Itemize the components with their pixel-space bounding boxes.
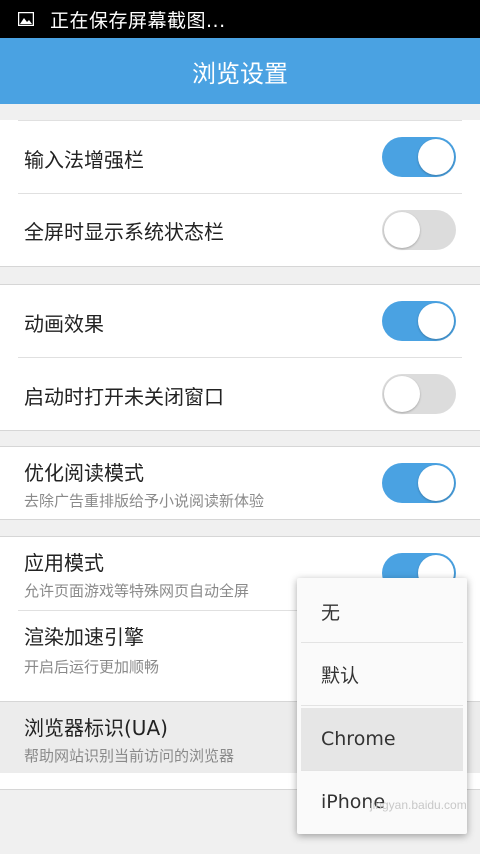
watermark: jingyan.baidu.com [370,798,467,812]
toggle-knob [384,376,420,412]
toggle-knob [418,139,454,175]
setting-fullscreen-status[interactable]: 全屏时显示系统状态栏 [0,194,480,266]
setting-input-bar[interactable]: 输入法增强栏 [0,120,480,194]
fullscreen-status-toggle[interactable] [382,210,456,250]
ua-option-default[interactable]: 默认 [297,643,467,705]
setting-reading-mode[interactable]: 优化阅读模式 去除广告重排版给予小说阅读新体验 [0,447,480,519]
setting-reopen-windows[interactable]: 启动时打开未关闭窗口 [0,358,480,431]
input-bar-toggle[interactable] [382,137,456,177]
settings-group-1: 输入法增强栏 全屏时显示系统状态栏 [0,120,480,267]
toggle-knob [418,303,454,339]
settings-group-2: 动画效果 启动时打开未关闭窗口 [0,284,480,431]
picture-icon [18,12,34,26]
animation-toggle[interactable] [382,301,456,341]
toggle-knob [418,465,454,501]
setting-description: 允许页面游戏等特殊网页自动全屏 [24,582,250,600]
reopen-windows-toggle[interactable] [382,374,456,414]
setting-label: 全屏时显示系统状态栏 [24,220,224,244]
divider [301,705,463,706]
status-bar: 正在保存屏幕截图... [0,0,480,38]
setting-description: 帮助网站识别当前访问的浏览器 [24,747,235,765]
settings-group-3: 优化阅读模式 去除广告重排版给予小说阅读新体验 [0,446,480,520]
ua-option-none[interactable]: 无 [297,580,467,642]
ua-option-chrome[interactable]: Chrome [301,708,463,770]
setting-description: 开启后运行更加顺畅 [24,658,160,676]
setting-label: 渲染加速引擎 [24,625,144,649]
setting-label: 输入法增强栏 [24,148,144,172]
toggle-knob [384,212,420,248]
setting-label: 应用模式 [24,551,104,575]
setting-label: 动画效果 [24,312,104,336]
status-text: 正在保存屏幕截图... [50,9,226,32]
setting-label: 浏览器标识(UA) [24,716,168,740]
setting-label: 启动时打开未关闭窗口 [24,385,224,409]
ua-dropdown-menu: 无 默认 Chrome iPhone [297,578,467,834]
page-title: 浏览设置 [0,38,480,104]
setting-animation[interactable]: 动画效果 [0,285,480,358]
setting-description: 去除广告重排版给予小说阅读新体验 [24,492,265,510]
setting-label: 优化阅读模式 [24,461,144,485]
reading-mode-toggle[interactable] [382,463,456,503]
